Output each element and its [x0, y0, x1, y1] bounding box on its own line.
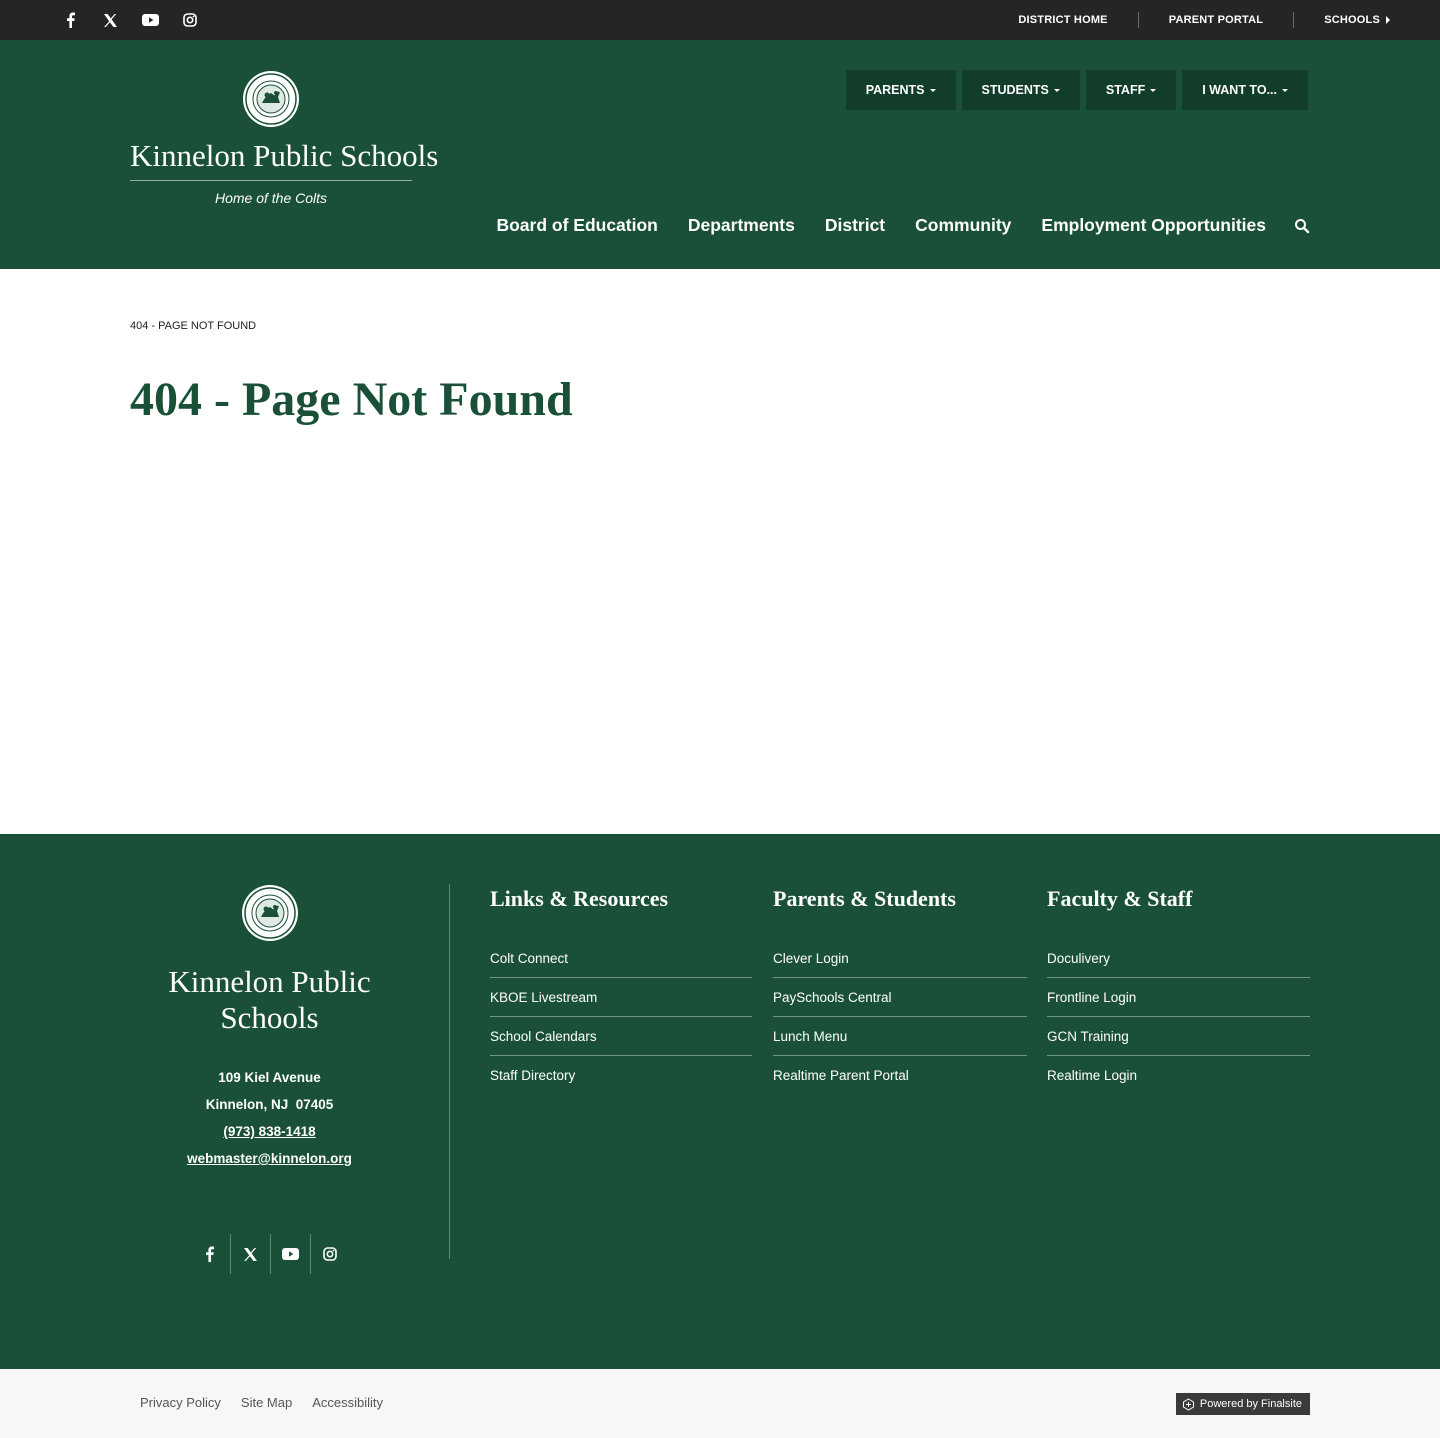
- search-icon[interactable]: [1294, 218, 1310, 234]
- footer-name-line1: Kinnelon Public: [168, 964, 371, 999]
- powered-by-text: Powered by Finalsite: [1199, 1398, 1302, 1410]
- legal-links: Privacy Policy Site Map Accessibility: [140, 1395, 383, 1410]
- site-name: Kinnelon Public Schools: [130, 138, 439, 173]
- header-social-links: [58, 8, 202, 32]
- footer-contact: Kinnelon Public Schools 109 Kiel Avenue …: [90, 884, 450, 1274]
- page-title: 404 - Page Not Found: [130, 373, 573, 426]
- kboe-livestream-link[interactable]: KBOE Livestream: [490, 990, 597, 1005]
- gcn-training-link[interactable]: GCN Training: [1047, 1029, 1129, 1044]
- colt-connect-link[interactable]: Colt Connect: [490, 951, 568, 966]
- list-item: Doculivery: [1047, 939, 1310, 978]
- footer-address: 109 Kiel Avenue Kinnelon, NJ 07405 (973)…: [90, 1064, 449, 1172]
- youtube-icon[interactable]: [269, 1234, 310, 1274]
- finalsite-logo-icon: [1182, 1397, 1194, 1411]
- footer-social-links: [90, 1234, 449, 1274]
- facebook-icon[interactable]: [58, 8, 82, 32]
- district-home-link[interactable]: DISTRICT HOME: [988, 12, 1137, 28]
- site-footer: Kinnelon Public Schools 109 Kiel Avenue …: [0, 834, 1440, 1369]
- list-item: Lunch Menu: [773, 1017, 1027, 1056]
- main-navigation: Board of Education Departments District …: [496, 215, 1310, 236]
- facebook-icon[interactable]: [190, 1234, 230, 1274]
- list-item: Clever Login: [773, 939, 1027, 978]
- parents-menu-button[interactable]: PARENTS: [845, 70, 956, 110]
- district-seal-icon: [243, 71, 299, 127]
- realtime-login-link[interactable]: Realtime Login: [1047, 1068, 1137, 1083]
- list-item: Staff Directory: [490, 1056, 752, 1095]
- accessibility-link[interactable]: Accessibility: [312, 1395, 383, 1410]
- lunch-menu-link[interactable]: Lunch Menu: [773, 1029, 847, 1044]
- x-twitter-icon[interactable]: [229, 1234, 270, 1274]
- list-item: School Calendars: [490, 1017, 752, 1056]
- site-map-link[interactable]: Site Map: [241, 1395, 292, 1410]
- caret-down-icon: [1053, 88, 1060, 92]
- realtime-parent-portal-link[interactable]: Realtime Parent Portal: [773, 1068, 909, 1083]
- legal-bar: Privacy Policy Site Map Accessibility Po…: [0, 1369, 1440, 1438]
- privacy-policy-link[interactable]: Privacy Policy: [140, 1395, 221, 1410]
- address-street: 109 Kiel Avenue: [218, 1070, 321, 1085]
- utility-bar: DISTRICT HOME PARENT PORTAL SCHOOLS: [0, 0, 1440, 40]
- footer-site-name: Kinnelon Public Schools: [90, 964, 449, 1036]
- nav-departments[interactable]: Departments: [688, 215, 795, 236]
- footer-parents-students: Parents & Students Clever Login PaySchoo…: [773, 886, 1027, 1095]
- instagram-icon[interactable]: [309, 1234, 350, 1274]
- instagram-icon[interactable]: [178, 8, 202, 32]
- site-tagline: Home of the Colts: [214, 190, 328, 206]
- list-item: Frontline Login: [1047, 978, 1310, 1017]
- schools-label: SCHOOLS: [1324, 14, 1380, 26]
- nav-community[interactable]: Community: [915, 215, 1011, 236]
- youtube-icon[interactable]: [138, 8, 162, 32]
- i-want-to-menu-button[interactable]: I WANT TO...: [1182, 70, 1308, 110]
- site-header: Kinnelon Public Schools Home of the Colt…: [0, 40, 1440, 269]
- list-item: Colt Connect: [490, 939, 752, 978]
- staff-menu-button[interactable]: STAFF: [1085, 70, 1177, 110]
- caret-right-icon: [1386, 16, 1390, 24]
- payschools-central-link[interactable]: PaySchools Central: [773, 990, 892, 1005]
- doculivery-link[interactable]: Doculivery: [1047, 951, 1110, 966]
- school-calendars-link[interactable]: School Calendars: [490, 1029, 597, 1044]
- footer-links-resources: Links & Resources Colt Connect KBOE Live…: [490, 886, 752, 1095]
- nav-district[interactable]: District: [825, 215, 885, 236]
- parents-label: PARENTS: [865, 83, 925, 97]
- list-item: GCN Training: [1047, 1017, 1310, 1056]
- list-item: PaySchools Central: [773, 978, 1027, 1017]
- frontline-login-link[interactable]: Frontline Login: [1047, 990, 1136, 1005]
- nav-employment-opportunities[interactable]: Employment Opportunities: [1041, 215, 1266, 236]
- footer-column-heading: Links & Resources: [490, 886, 669, 911]
- caret-down-icon: [929, 88, 936, 92]
- parent-portal-link[interactable]: PARENT PORTAL: [1137, 12, 1293, 28]
- students-label: STUDENTS: [981, 83, 1049, 97]
- staff-label: STAFF: [1105, 83, 1146, 97]
- x-twitter-icon[interactable]: [98, 8, 122, 32]
- breadcrumb: 404 - PAGE NOT FOUND: [130, 320, 257, 332]
- site-name-divider: [130, 180, 412, 181]
- list-item: Realtime Parent Portal: [773, 1056, 1027, 1095]
- utility-links: DISTRICT HOME PARENT PORTAL SCHOOLS: [988, 0, 1390, 40]
- nav-board-of-education[interactable]: Board of Education: [496, 215, 657, 236]
- footer-phone-link[interactable]: (973) 838-1418: [223, 1124, 315, 1139]
- list-item: Realtime Login: [1047, 1056, 1310, 1095]
- caret-down-icon: [1150, 88, 1157, 92]
- site-logo[interactable]: Kinnelon Public Schools Home of the Colt…: [130, 70, 439, 206]
- i-want-to-label: I WANT TO...: [1202, 83, 1277, 97]
- list-item: KBOE Livestream: [490, 978, 752, 1017]
- district-seal-icon: [241, 885, 298, 941]
- footer-name-line2: Schools: [220, 1000, 319, 1035]
- powered-by-badge[interactable]: Powered by Finalsite: [1175, 1393, 1310, 1415]
- students-menu-button[interactable]: STUDENTS: [961, 70, 1080, 110]
- address-city: Kinnelon, NJ 07405: [205, 1097, 334, 1112]
- clever-login-link[interactable]: Clever Login: [773, 951, 849, 966]
- audience-menu: PARENTS STUDENTS STAFF I WANT TO...: [845, 70, 1308, 110]
- footer-column-heading: Faculty & Staff: [1047, 886, 1193, 911]
- schools-menu-link[interactable]: SCHOOLS: [1293, 12, 1390, 28]
- footer-faculty-staff: Faculty & Staff Doculivery Frontline Log…: [1047, 886, 1310, 1095]
- caret-down-icon: [1282, 88, 1288, 92]
- staff-directory-link[interactable]: Staff Directory: [490, 1068, 575, 1083]
- footer-email-link[interactable]: webmaster@kinnelon.org: [187, 1151, 352, 1166]
- footer-column-heading: Parents & Students: [773, 886, 956, 911]
